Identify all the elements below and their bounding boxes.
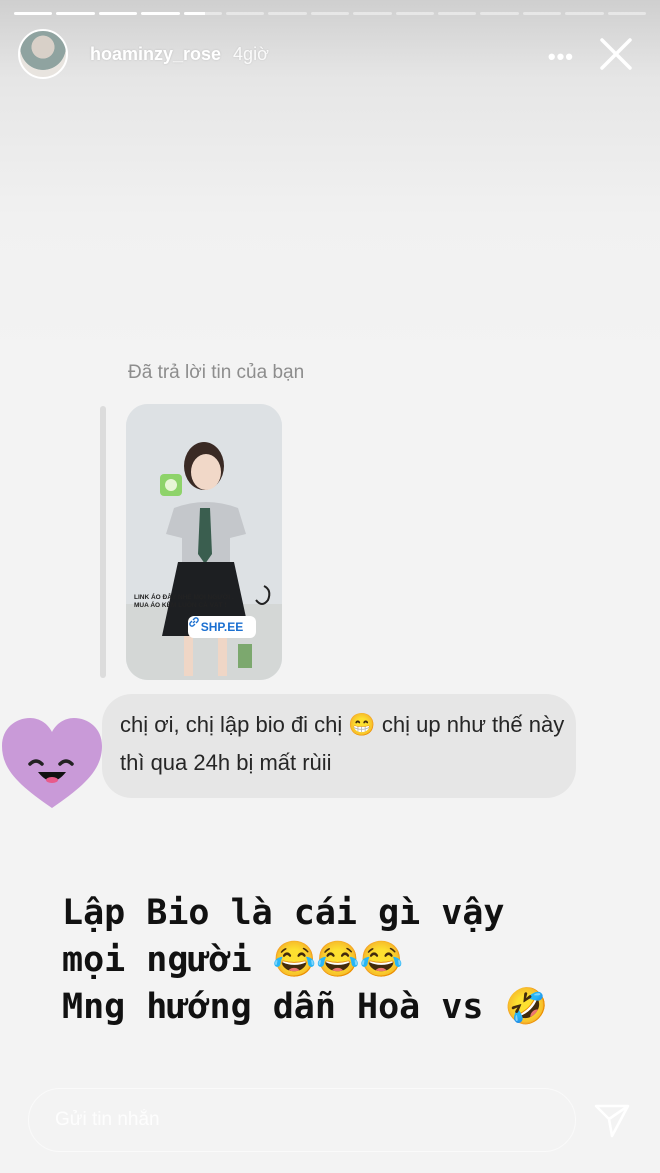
reply-message-bubble: chị ơi, chị lập bio đi chị 😁 chị up như … (102, 694, 576, 798)
username[interactable]: hoaminzy_rose (90, 44, 221, 65)
progress-fill (183, 12, 205, 15)
progress-segment (353, 12, 392, 15)
post-time: 4giờ (233, 43, 269, 64)
progress-segment (522, 12, 562, 15)
progress-segment (438, 12, 477, 15)
link-icon (189, 617, 199, 627)
progress-fill (56, 12, 95, 15)
progress-fill (98, 12, 138, 15)
reply-message-text: chị ơi, chị lập bio đi chị 😁 chị up như … (120, 712, 565, 775)
link-sticker[interactable]: SHP.EE (188, 616, 256, 638)
caption-line-3: Mng hướng dẫn Hoà vs 🤣 (62, 987, 549, 1027)
link-sticker-label: SHP.EE (200, 620, 244, 634)
send-icon[interactable] (592, 1100, 632, 1140)
progress-segment (98, 12, 138, 15)
progress-segment (480, 12, 519, 15)
progress-segment (268, 12, 307, 15)
story-header: hoaminzy_rose 4giờ ••• (18, 26, 646, 82)
progress-fill (141, 12, 180, 15)
progress-segment (14, 12, 53, 15)
heart-face-sticker (2, 718, 102, 808)
progress-segment (395, 12, 435, 15)
story-caption: Lập Bio là cái gì vậy mọi người 😂😂😂 Mng … (62, 890, 652, 1031)
thumbnail-caption: LINK ÁO ĐÂY NHÉ MỌI NGƯỜI . MUA ÁO KÈM L… (134, 594, 234, 609)
progress-segment (141, 12, 180, 15)
message-input[interactable] (53, 1108, 537, 1132)
progress-segment (226, 12, 265, 15)
thumbnail-photo (126, 404, 282, 680)
replied-to-story-label: Đã trả lời tin của bạn (128, 362, 305, 383)
story-thumbnail[interactable]: LINK ÁO ĐÂY NHÉ MỌI NGƯỜI . MUA ÁO KÈM L… (126, 404, 282, 680)
caption-line-2: mọi người 😂😂😂 (62, 940, 404, 980)
progress-segment (56, 12, 95, 15)
message-bar[interactable] (28, 1088, 576, 1152)
progress-segment (183, 12, 223, 15)
progress-segment (310, 12, 350, 15)
progress-segment (565, 12, 604, 15)
story-progress (14, 12, 647, 15)
progress-segment (607, 12, 647, 15)
progress-fill (14, 12, 53, 15)
quote-bar (100, 406, 106, 678)
caption-line-1: Lập Bio là cái gì vậy (62, 893, 505, 933)
close-icon[interactable] (596, 34, 636, 74)
more-dots-icon[interactable]: ••• (548, 44, 574, 70)
avatar[interactable] (18, 29, 68, 79)
